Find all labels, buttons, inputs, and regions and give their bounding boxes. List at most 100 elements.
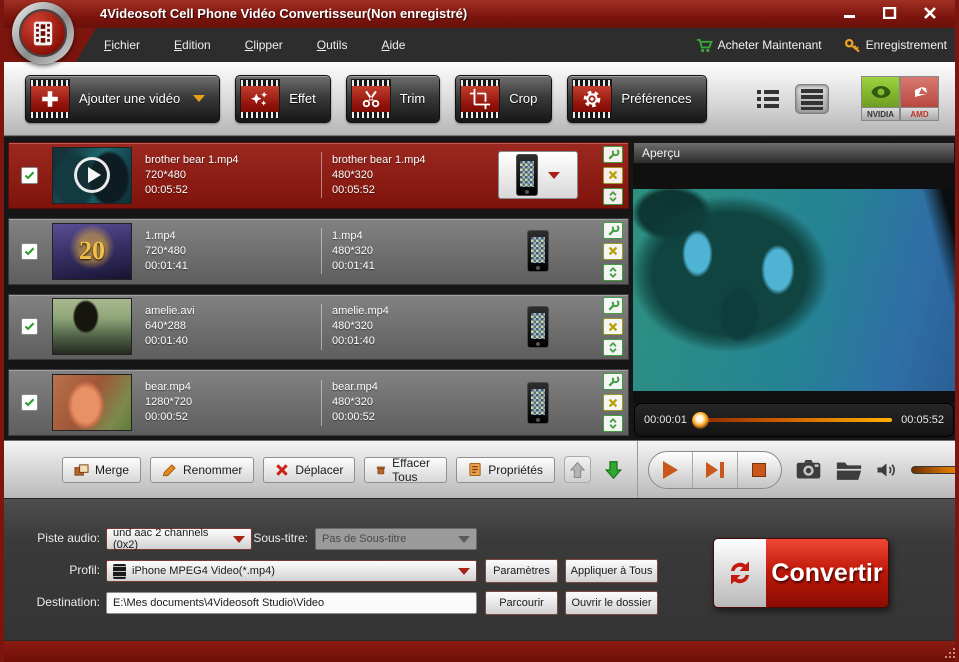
- row-4-checkbox[interactable]: [21, 394, 38, 412]
- parameters-button[interactable]: Paramètres: [485, 559, 558, 583]
- amd-arrow-icon: [914, 87, 927, 97]
- subtitle-label: Sous-titre:: [253, 531, 308, 545]
- snapshot-camera-icon[interactable]: [795, 458, 822, 481]
- add-video-button[interactable]: Ajouter une vidéo: [25, 74, 221, 123]
- row-1-settings-icon[interactable]: [603, 145, 623, 163]
- speaker-icon[interactable]: [876, 461, 898, 479]
- destination-label: Destination:: [36, 595, 100, 609]
- move-button[interactable]: Déplacer: [263, 456, 356, 483]
- rename-button[interactable]: Renommer: [150, 456, 255, 483]
- open-folder-button[interactable]: Ouvrir le dossier: [565, 591, 658, 615]
- browse-button[interactable]: Parcourir: [485, 591, 558, 615]
- row-2-output-info: 1.mp4 480*320 00:01:41: [332, 229, 375, 272]
- apply-all-button[interactable]: Appliquer à Tous: [565, 559, 658, 583]
- row-2-settings-icon[interactable]: [603, 221, 623, 239]
- iphone-icon: [516, 154, 538, 197]
- row-2-move-updown-icon[interactable]: [603, 263, 623, 281]
- row-1-move-updown-icon[interactable]: [603, 187, 623, 205]
- row-1-checkbox[interactable]: [21, 166, 38, 184]
- destination-input[interactable]: [106, 592, 477, 614]
- register-link[interactable]: Enregistrement: [844, 38, 947, 53]
- row-3-move-updown-icon[interactable]: [603, 339, 623, 357]
- profile-label: Profil:: [69, 563, 100, 577]
- clear-all-button[interactable]: Effacer Tous: [364, 456, 448, 484]
- preview-panel: Aperçu 00:00:01 00:05:52: [633, 142, 955, 437]
- scissors-icon: [350, 78, 391, 119]
- row-3-source-info: amelie.avi 640*288 00:01:40: [145, 305, 195, 348]
- app-window: 4Videosoft Cell Phone Vidéo Convertisseu…: [0, 0, 959, 662]
- main-toolbar: Ajouter une vidéo Effet Trim Crop Préfér…: [4, 62, 955, 136]
- add-video-icon: [30, 78, 70, 119]
- maximize-button[interactable]: [879, 5, 901, 21]
- subtitle-dropdown[interactable]: Pas de Sous-titre: [315, 528, 477, 550]
- row-2-checkbox[interactable]: [21, 242, 38, 260]
- merge-button[interactable]: Merge: [62, 456, 142, 483]
- chevron-down-icon: [458, 567, 470, 575]
- row-1-delete-icon[interactable]: [603, 166, 623, 184]
- buy-now-link[interactable]: Acheter Maintenant: [696, 38, 822, 53]
- play-button[interactable]: [649, 452, 692, 488]
- video-frame: [633, 189, 955, 391]
- menu-clipper[interactable]: Clipper: [245, 38, 283, 52]
- add-video-dropdown-icon[interactable]: [193, 95, 206, 102]
- audio-track-dropdown[interactable]: und aac 2 channels (0x2): [106, 527, 252, 551]
- current-time: 00:00:01: [644, 414, 687, 426]
- amd-badge[interactable]: AMD: [900, 76, 939, 121]
- video-row-2[interactable]: 20 1.mp4 720*480 00:01:41 1.mp4 480*320 …: [8, 217, 629, 285]
- row-3-checkbox[interactable]: [21, 318, 38, 336]
- crop-button[interactable]: Crop: [455, 74, 553, 123]
- gpu-badges: NVIDIA AMD: [861, 76, 939, 121]
- row-4-settings-icon[interactable]: [603, 373, 623, 391]
- step-forward-button[interactable]: [692, 451, 736, 488]
- play-overlay-icon[interactable]: [74, 157, 110, 194]
- row-3-settings-icon[interactable]: [603, 297, 623, 315]
- total-time: 00:05:52: [901, 414, 944, 426]
- list-view-large-button[interactable]: [795, 83, 829, 114]
- iphone-icon: [527, 381, 549, 424]
- seek-bar: 00:00:01 00:05:52: [634, 403, 954, 437]
- row-2-source-info: 1.mp4 720*480 00:01:41: [145, 229, 188, 272]
- trim-button[interactable]: Trim: [345, 74, 441, 123]
- video-row-4[interactable]: bear.mp4 1280*720 00:00:52 bear.mp4 480*…: [8, 369, 629, 436]
- video-row-3[interactable]: amelie.avi 640*288 00:01:40 amelie.mp4 4…: [8, 293, 629, 361]
- move-down-button[interactable]: [600, 456, 627, 483]
- row-4-move-updown-icon[interactable]: [603, 415, 623, 433]
- video-row-1[interactable]: brother bear 1.mp4 720*480 00:05:52 brot…: [8, 142, 629, 209]
- video-list: brother bear 1.mp4 720*480 00:05:52 brot…: [4, 137, 633, 440]
- row-3-output-info: amelie.mp4 480*320 00:01:40: [332, 305, 389, 348]
- close-button[interactable]: [919, 5, 941, 21]
- open-folder-icon[interactable]: [835, 459, 863, 481]
- properties-button[interactable]: Propriétés: [456, 456, 555, 483]
- profile-device-icon: [113, 563, 126, 579]
- row-1-device-dropdown[interactable]: [498, 151, 578, 200]
- row-3-delete-icon[interactable]: [603, 318, 623, 336]
- minimize-button[interactable]: [839, 5, 861, 21]
- audio-track-label: Piste audio:: [37, 531, 100, 545]
- seek-track[interactable]: [691, 411, 893, 429]
- nvidia-badge[interactable]: NVIDIA: [861, 76, 900, 121]
- row-1-thumbnail: [52, 146, 132, 204]
- preferences-button[interactable]: Préférences: [567, 74, 707, 123]
- volume-slider[interactable]: [911, 465, 955, 474]
- row-4-delete-icon[interactable]: [603, 394, 623, 412]
- crop-icon: [460, 78, 501, 119]
- arrow-up-icon: [569, 461, 586, 478]
- menu-fichier[interactable]: Fichier: [104, 38, 140, 52]
- seek-knob[interactable]: [691, 411, 709, 429]
- convert-button[interactable]: Convertir: [713, 538, 889, 608]
- row-3-thumbnail: [52, 298, 132, 356]
- menu-outils[interactable]: Outils: [317, 38, 348, 52]
- output-settings: Piste audio: und aac 2 channels (0x2) So…: [4, 498, 955, 640]
- menu-aide[interactable]: Aide: [381, 38, 405, 52]
- list-view-small-button[interactable]: [751, 84, 785, 114]
- stop-button[interactable]: [736, 451, 781, 488]
- title-bar: 4Videosoft Cell Phone Vidéo Convertisseu…: [4, 0, 955, 28]
- menu-edition[interactable]: Edition: [174, 38, 211, 52]
- move-up-button[interactable]: [563, 456, 591, 483]
- resize-grip[interactable]: [953, 656, 955, 658]
- pencil-icon: [162, 463, 176, 476]
- row-2-delete-icon[interactable]: [603, 242, 623, 260]
- effect-button[interactable]: Effet: [235, 74, 331, 123]
- row-1-source-info: brother bear 1.mp4 720*480 00:05:52: [145, 153, 239, 196]
- profile-dropdown[interactable]: iPhone MPEG4 Video(*.mp4): [106, 560, 477, 582]
